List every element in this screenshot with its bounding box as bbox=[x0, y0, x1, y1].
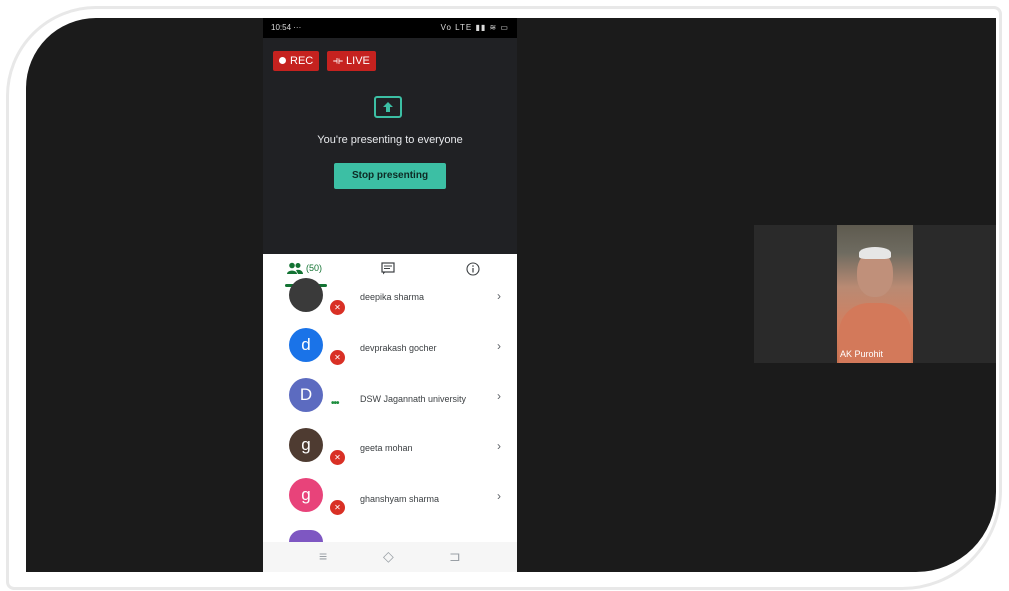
menu-icon[interactable]: ≡ bbox=[319, 548, 327, 564]
participant-name: geeta mohan bbox=[360, 443, 413, 453]
mic-off-icon: ✕ bbox=[330, 350, 345, 365]
chat-icon bbox=[381, 262, 395, 275]
back-icon[interactable]: ⊐ bbox=[449, 548, 461, 565]
tab-info[interactable] bbox=[466, 262, 480, 282]
participant-name: devprakash gocher bbox=[360, 343, 437, 353]
status-bar: 10:54 ··· Vo LTE ▮▮ ≋ ▭ bbox=[263, 18, 517, 38]
shared-phone-screen: 10:54 ··· Vo LTE ▮▮ ≋ ▭ REC ⟛ LIVE You'r… bbox=[263, 18, 517, 572]
chevron-right-icon: › bbox=[497, 489, 501, 503]
participant-video-tile[interactable]: AK Purohit bbox=[754, 225, 996, 363]
participant-video: AK Purohit bbox=[837, 225, 913, 363]
speaking-dots-icon: ••• bbox=[331, 398, 339, 409]
avatar: g bbox=[289, 428, 323, 462]
presenting-message: You're presenting to everyone bbox=[317, 134, 463, 146]
chevron-right-icon: › bbox=[497, 289, 501, 303]
chevron-right-icon: › bbox=[497, 389, 501, 403]
people-count: (50) bbox=[306, 263, 323, 273]
mic-off-icon: ✕ bbox=[330, 450, 345, 465]
status-time: 10:54 ··· bbox=[271, 23, 302, 32]
record-dot-icon bbox=[279, 57, 286, 64]
avatar: g bbox=[289, 478, 323, 512]
android-nav-bar: ≡ ◇ ⊐ bbox=[263, 542, 517, 572]
status-icons: Vo LTE ▮▮ ≋ ▭ bbox=[440, 23, 509, 32]
avatar bbox=[289, 278, 323, 312]
participant-name: ghanshyam sharma bbox=[360, 494, 440, 504]
avatar: d bbox=[289, 328, 323, 362]
present-screen-icon bbox=[374, 96, 402, 118]
live-label: LIVE bbox=[346, 55, 370, 67]
chevron-right-icon: › bbox=[497, 339, 501, 353]
rec-badge[interactable]: REC bbox=[273, 51, 320, 71]
info-icon bbox=[466, 262, 480, 276]
avatar: D bbox=[289, 378, 323, 412]
video-name-label: AK Purohit bbox=[840, 349, 884, 359]
participant-name: DSW Jagannath university bbox=[360, 394, 467, 404]
people-icon bbox=[287, 262, 303, 274]
tab-chat[interactable] bbox=[381, 262, 395, 282]
meeting-screen: 10:54 ··· Vo LTE ▮▮ ≋ ▭ REC ⟛ LIVE You'r… bbox=[26, 18, 996, 572]
stop-presenting-button[interactable]: Stop presenting bbox=[334, 163, 446, 189]
mic-off-icon: ✕ bbox=[330, 300, 345, 315]
broadcast-icon: ⟛ bbox=[333, 55, 347, 67]
home-icon[interactable]: ◇ bbox=[383, 548, 394, 565]
participant-name: deepika sharma bbox=[360, 292, 425, 302]
chevron-right-icon: › bbox=[497, 439, 501, 453]
participants-panel: (50) ✕ deepika sharma › d ✕ devprakash g… bbox=[263, 254, 517, 572]
rec-label: REC bbox=[290, 55, 314, 67]
mic-off-icon: ✕ bbox=[330, 500, 345, 515]
video-hair bbox=[859, 247, 891, 259]
avatar-partial bbox=[289, 530, 323, 542]
live-badge[interactable]: ⟛ LIVE bbox=[327, 51, 376, 71]
